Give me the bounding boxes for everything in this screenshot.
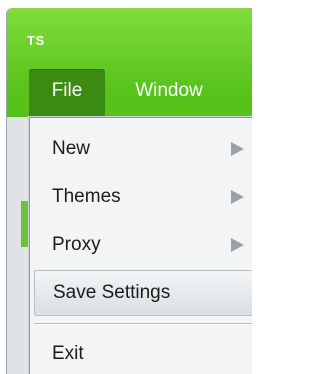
menu-file[interactable]: File (29, 69, 105, 117)
menu-item-label: Exit (52, 343, 84, 364)
menu-item-save-settings[interactable]: Save Settings (34, 270, 252, 316)
app-window: TS File Window New Themes Proxy Save Set… (6, 8, 252, 374)
menu-item-exit[interactable]: Exit (34, 330, 252, 374)
menu-item-label: New (52, 138, 91, 159)
menu-window[interactable]: Window (113, 69, 225, 117)
submenu-arrow-icon (231, 238, 244, 252)
menu-item-new[interactable]: New (34, 125, 252, 173)
menu-item-themes[interactable]: Themes (34, 173, 252, 221)
menu-item-proxy[interactable]: Proxy (34, 221, 252, 269)
submenu-arrow-icon (231, 142, 244, 156)
menu-item-label: Save Settings (53, 282, 171, 303)
file-dropdown-menu: New Themes Proxy Save Settings Exit (29, 117, 252, 374)
side-panel-edge (21, 201, 29, 247)
app-logo: TS (27, 33, 45, 48)
submenu-arrow-icon (231, 190, 244, 204)
menu-separator (34, 323, 252, 325)
menu-item-label: Themes (52, 186, 121, 207)
menu-item-label: Proxy (52, 234, 101, 255)
